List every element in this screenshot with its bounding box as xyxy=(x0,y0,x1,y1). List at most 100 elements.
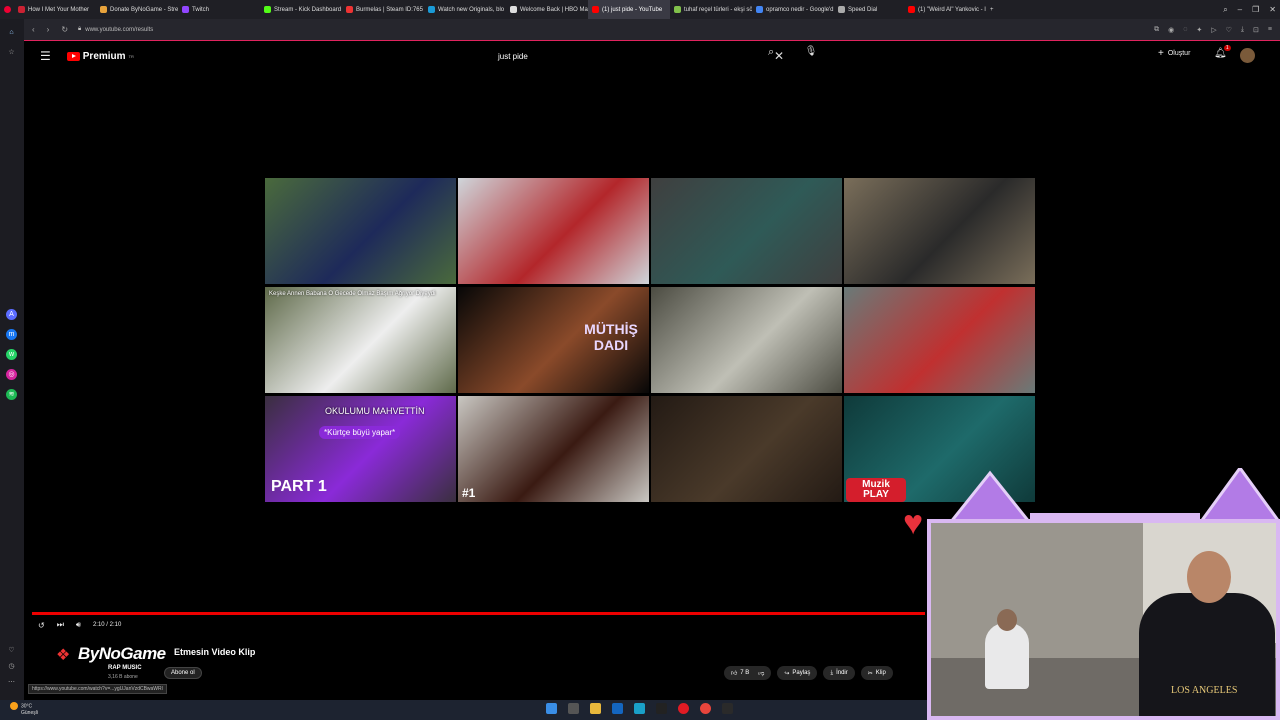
browser-tab[interactable]: Donate ByNoGame - Stre xyxy=(96,0,178,19)
instagram-icon[interactable]: ◎ xyxy=(6,369,17,380)
video-thumbnail[interactable]: MÜTHİŞ DADI xyxy=(458,287,649,393)
forward-icon[interactable]: › xyxy=(47,25,50,34)
windows-start-icon[interactable] xyxy=(546,703,557,714)
history-icon[interactable]: ◷ xyxy=(6,661,17,672)
clip-button[interactable]: ✂ Klip xyxy=(860,666,893,680)
player-controls: ↺ ⏭︎ 🔊︎ 2:10 / 2:10 xyxy=(38,620,121,630)
subscribe-button[interactable]: Abone ol xyxy=(164,667,202,679)
browser-tab[interactable]: Twitch xyxy=(178,0,260,19)
reload-icon[interactable]: ↻ xyxy=(61,25,68,34)
heart-sidebar-icon[interactable]: ♡ xyxy=(6,645,17,656)
video-title: Etmesin Video Klip xyxy=(174,647,256,657)
video-thumbnail[interactable] xyxy=(458,178,649,284)
tab-favicon-icon xyxy=(510,6,517,13)
video-thumbnail[interactable]: Keşke Annen Babana O Gecede Olmaz Başım … xyxy=(265,287,456,393)
browser-tab[interactable]: (1) just pide - YouTube xyxy=(588,0,670,19)
browser-tab[interactable]: tuhaf reçel türleri - ekşi sö xyxy=(670,0,752,19)
chrome-icon[interactable] xyxy=(700,703,711,714)
vpn-icon[interactable]: ◌ xyxy=(1183,26,1187,34)
opera-icon[interactable] xyxy=(678,703,689,714)
clear-search-icon[interactable]: ✕ xyxy=(774,49,784,63)
browser-tab[interactable]: opramco nedir - Google'd xyxy=(752,0,834,19)
video-thumbnail[interactable] xyxy=(651,178,842,284)
microphone-icon[interactable]: 🎙︎ xyxy=(804,46,818,64)
wallet-icon[interactable]: ⊡ xyxy=(1253,26,1259,34)
avatar[interactable] xyxy=(1240,48,1255,63)
channel-logo-icon[interactable]: ❖ xyxy=(56,645,76,665)
video-thumbnail[interactable] xyxy=(651,396,842,502)
messenger-icon[interactable]: m xyxy=(6,329,17,340)
edge-icon[interactable] xyxy=(634,703,645,714)
close-window-icon[interactable]: ✕ xyxy=(1269,5,1276,14)
maximize-icon[interactable]: ❐ xyxy=(1252,5,1259,14)
volume-icon[interactable]: 🔊︎ xyxy=(76,620,81,630)
camera-icon[interactable]: ◉ xyxy=(1168,26,1174,34)
browser-tab[interactable]: Burmelas | Steam ID:765 xyxy=(342,0,424,19)
scissors-icon: ✂ xyxy=(867,670,873,677)
new-tab-icon[interactable]: + xyxy=(986,0,998,19)
download-button[interactable]: ⤓ İndir xyxy=(823,666,855,680)
star-icon[interactable]: ☆ xyxy=(6,47,17,58)
home-icon[interactable]: ⌂ xyxy=(6,27,17,38)
weather-desc: Güneşli xyxy=(21,710,38,716)
search-icon[interactable]: ⌕ xyxy=(768,46,774,59)
tab-favicon-icon xyxy=(756,6,763,13)
extension-icon[interactable]: ⧉ xyxy=(1154,26,1159,34)
back-icon[interactable]: ‹ xyxy=(32,25,35,34)
tab-favicon-icon xyxy=(428,6,435,13)
browser-tab[interactable]: Stream - Kick Dashboard xyxy=(260,0,342,19)
game-icon[interactable] xyxy=(722,703,733,714)
video-thumbnail[interactable] xyxy=(265,178,456,284)
notifications-button[interactable]: 🔔︎ 1 xyxy=(1214,45,1231,59)
tab-label: (1) "Weird Al" Yankovic - I xyxy=(918,6,986,13)
channel-name[interactable]: ByNoGame xyxy=(78,644,166,664)
share-label: Paylaş xyxy=(792,670,811,676)
browser-tab[interactable]: How I Met Your Mother xyxy=(14,0,96,19)
progress-bar[interactable] xyxy=(32,612,925,615)
youtube-header: ☰ Premium TR just pide ✕ ⌕ 🎙︎ + Oluştur … xyxy=(24,42,1274,70)
file-explorer-icon[interactable] xyxy=(590,703,601,714)
minimize-icon[interactable]: – xyxy=(1238,5,1242,14)
url-field[interactable]: www.youtube.com/results xyxy=(85,27,153,33)
browser-tab[interactable]: (1) "Weird Al" Yankovic - I xyxy=(904,0,986,19)
video-thumbnail[interactable]: #1 xyxy=(458,396,649,502)
like-button[interactable]: 👍︎ 7 B 👎︎ xyxy=(724,666,772,680)
search-taskbar-icon[interactable] xyxy=(568,703,579,714)
browser-tab[interactable]: Speed Dial xyxy=(834,0,904,19)
more-icon[interactable]: ⋯ xyxy=(6,677,17,688)
spotify-icon[interactable]: ≋ xyxy=(6,389,17,400)
weather-widget[interactable]: 30°C Güneşli xyxy=(10,702,38,716)
outlook-icon[interactable] xyxy=(612,703,623,714)
whatsapp-icon[interactable]: w xyxy=(6,349,17,360)
puzzle-icon[interactable]: ✦ xyxy=(1196,26,1202,34)
tab-label: (1) just pide - YouTube xyxy=(602,6,663,13)
video-thumbnail[interactable] xyxy=(844,178,1035,284)
thumbs-down-icon[interactable]: 👎︎ xyxy=(758,669,764,677)
video-thumbnail[interactable]: OKULUMU MAHVETTİN *Kürtçe büyü yapar* PART… xyxy=(265,396,456,502)
video-thumbnail[interactable] xyxy=(844,287,1035,393)
replay-icon[interactable]: ↺ xyxy=(38,621,45,630)
create-label: Oluştur xyxy=(1167,50,1191,57)
play-icon[interactable]: ▷ xyxy=(1211,26,1216,34)
search-box[interactable]: just pide ✕ xyxy=(494,46,784,66)
tab-label: tuhaf reçel türleri - ekşi sö xyxy=(684,6,752,13)
bookmark-icon[interactable]: ♡ xyxy=(1226,26,1232,34)
youtube-logo[interactable]: Premium TR xyxy=(66,51,134,62)
webcam-overlay: LOS ANGELES xyxy=(927,519,1280,720)
search-input[interactable]: just pide xyxy=(498,52,528,61)
search-tabs-icon[interactable]: ⌕ xyxy=(1223,5,1227,15)
steam-icon[interactable] xyxy=(656,703,667,714)
menu-icon[interactable]: ≡ xyxy=(1268,26,1272,34)
browser-tab[interactable]: Watch new Originals, blo xyxy=(424,0,506,19)
video-thumbnail[interactable] xyxy=(651,287,842,393)
share-button[interactable]: ↪ Paylaş xyxy=(777,666,818,680)
hamburger-menu-icon[interactable]: ☰ xyxy=(40,49,51,63)
ai-icon[interactable]: A xyxy=(6,309,17,320)
browser-tab[interactable]: Welcome Back | HBO Max xyxy=(506,0,588,19)
create-button[interactable]: + Oluştur xyxy=(1158,48,1190,59)
next-icon[interactable]: ⏭︎ xyxy=(57,620,64,630)
extensions-bar: ⧉ ◉ ◌ ✦ ▷ ♡ ⤓ ⊡ ≡ xyxy=(1154,26,1272,34)
download-icon[interactable]: ⤓ xyxy=(1241,26,1244,34)
time-display: 2:10 / 2:10 xyxy=(92,622,122,628)
opera-logo-icon[interactable] xyxy=(0,0,14,19)
